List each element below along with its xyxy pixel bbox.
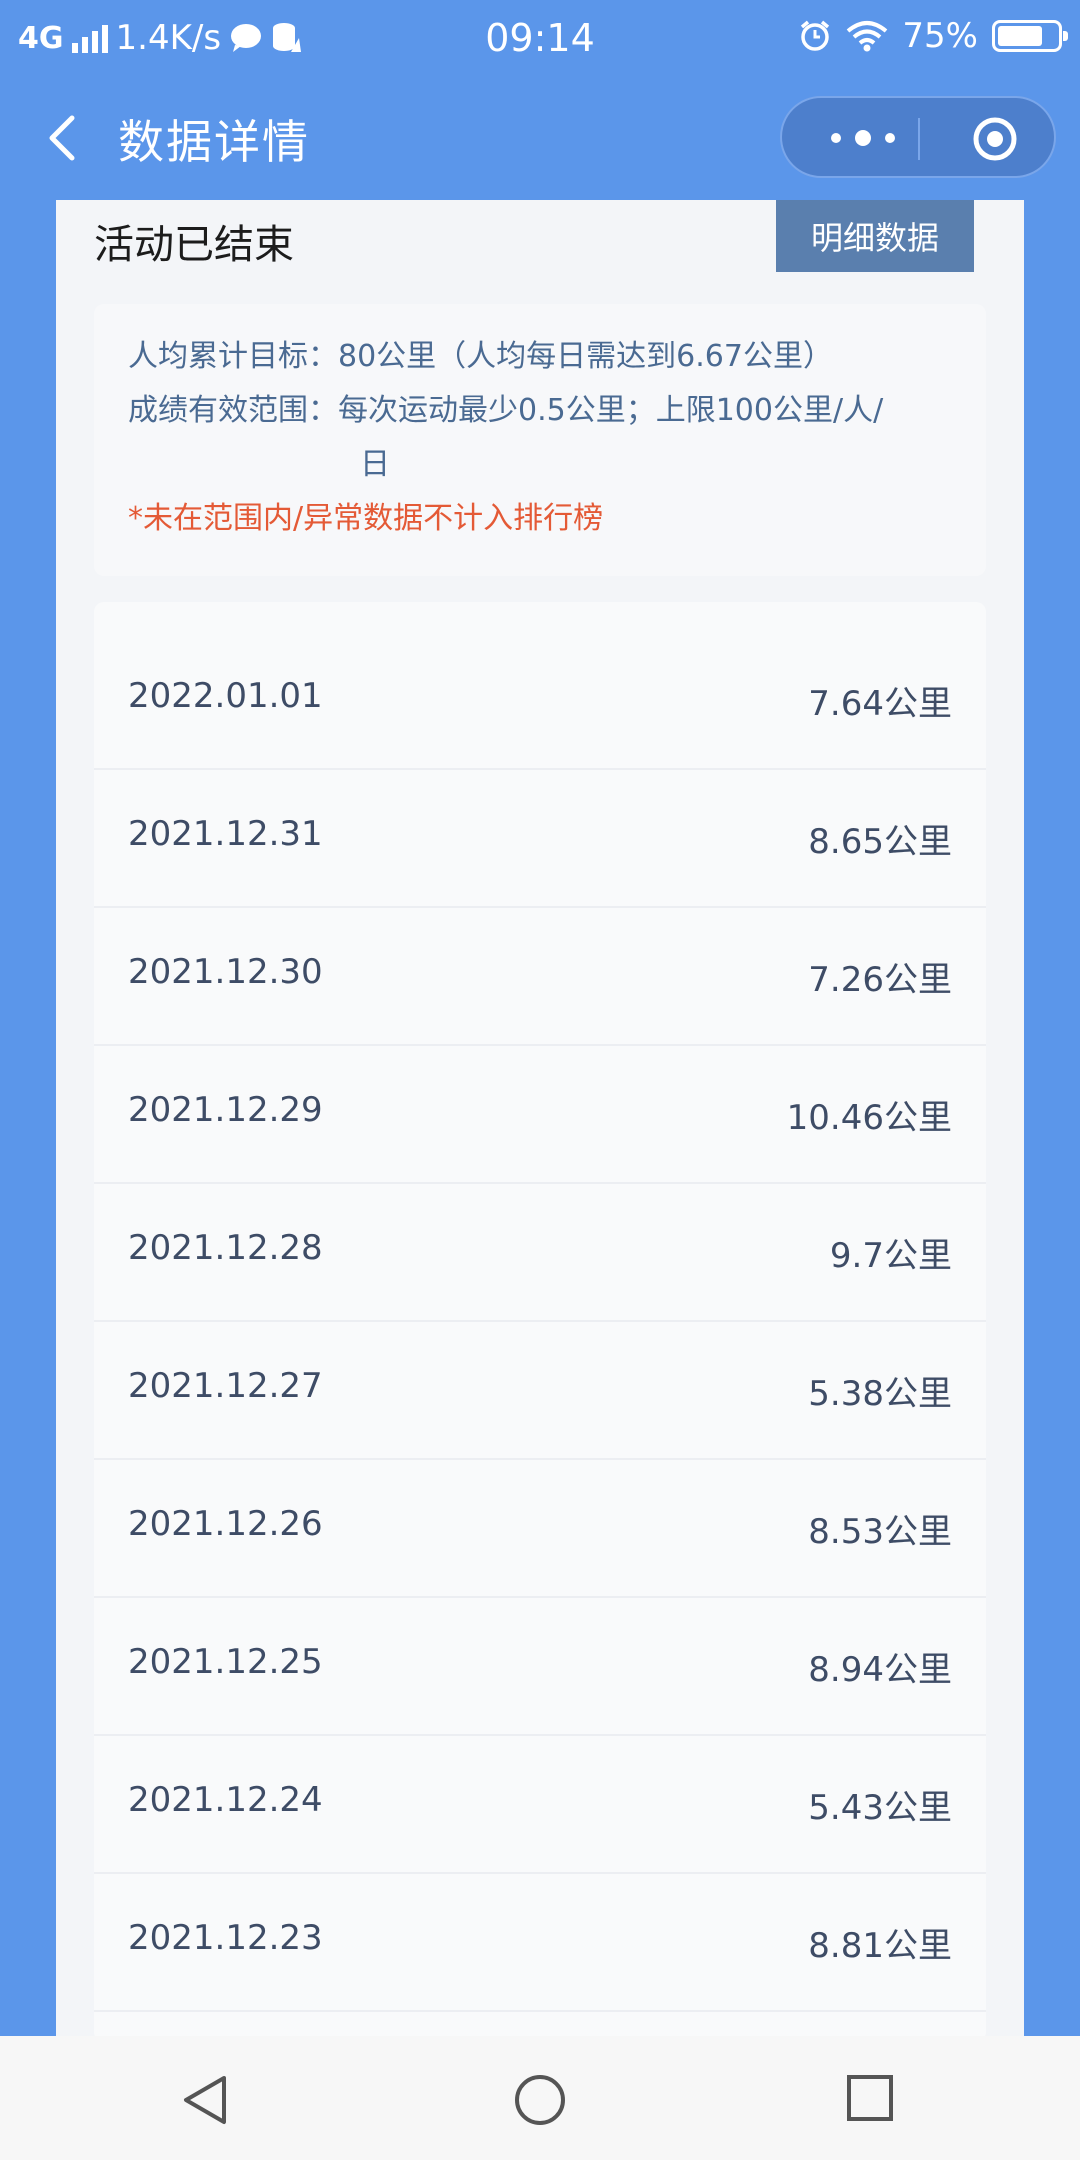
miniprogram-capsule (780, 96, 1056, 178)
back-arrow-icon[interactable] (40, 112, 88, 164)
page-title: 数据详情 (118, 115, 310, 169)
record-distance: 10.46公里 (786, 1098, 952, 1138)
record-distance: 8.94公里 (808, 1650, 952, 1690)
record-date: 2021.12.31 (128, 814, 323, 854)
rules-info-box: 人均累计目标：80公里（人均每日需达到6.67公里） 成绩有效范围：每次运动最少… (94, 304, 986, 576)
more-options-icon[interactable] (818, 120, 908, 156)
records-list: 2022.01.01 7.64公里 2021.12.31 8.65公里 2021… (94, 602, 986, 2036)
battery-percent: 75% (902, 16, 978, 56)
record-date: 2021.12.28 (128, 1228, 323, 1268)
home-circle-icon[interactable] (514, 2074, 566, 2126)
valid-range-text: 成绩有效范围：每次运动最少0.5公里；上限100公里/人/ (128, 393, 884, 428)
back-triangle-icon[interactable] (180, 2074, 230, 2126)
battery-icon (992, 20, 1068, 52)
list-item: 2021.12.30 7.26公里 (94, 908, 986, 1046)
record-date: 2021.12.27 (128, 1366, 323, 1406)
close-miniprogram-icon[interactable] (972, 116, 1018, 162)
data-card: 活动已结束 明细数据 人均累计目标：80公里（人均每日需达到6.67公里） 成绩… (56, 200, 1024, 2036)
system-nav-bar (0, 2036, 1080, 2160)
list-item: 2021.12.29 10.46公里 (94, 1046, 986, 1184)
record-date: 2021.12.25 (128, 1642, 323, 1682)
target-text: 人均累计目标：80公里（人均每日需达到6.67公里） (128, 339, 833, 374)
record-date: 2021.12.30 (128, 952, 323, 992)
alarm-clock-icon (801, 20, 830, 51)
record-date: 2021.12.24 (128, 1780, 323, 1820)
record-date: 2022.01.01 (128, 676, 323, 716)
record-date: 2021.12.23 (128, 1918, 323, 1958)
record-distance: 5.43公里 (808, 1788, 952, 1828)
card-header: 活动已结束 明细数据 (56, 200, 1024, 300)
list-item: 2021.12.23 8.81公里 (94, 1874, 986, 2012)
record-distance: 8.53公里 (808, 1512, 952, 1552)
status-right: 75% (798, 16, 1068, 56)
list-item: 2021.12.27 5.38公里 (94, 1322, 986, 1460)
record-distance: 5.38公里 (808, 1374, 952, 1414)
recents-square-icon[interactable] (846, 2074, 894, 2122)
status-bar: 4G 1.4K/s 09:14 75% (0, 0, 1080, 76)
record-distance: 8.81公里 (808, 1926, 952, 1966)
activity-status: 活动已结束 (94, 222, 294, 268)
warning-note: *未在范围内/异常数据不计入排行榜 (128, 501, 604, 536)
list-item: 2021.12.28 9.7公里 (94, 1184, 986, 1322)
wifi-icon (847, 21, 888, 52)
detail-data-button[interactable]: 明细数据 (776, 200, 974, 272)
nav-bar: 数据详情 (0, 76, 1080, 200)
record-distance: 7.64公里 (808, 684, 952, 724)
list-item: 2022.01.01 7.64公里 (94, 632, 986, 770)
list-item: 2021.12.24 5.43公里 (94, 1736, 986, 1874)
record-date: 2021.12.26 (128, 1504, 323, 1544)
record-date: 2021.12.29 (128, 1090, 323, 1130)
record-distance: 9.7公里 (829, 1236, 952, 1276)
list-item: 2021.12.25 8.94公里 (94, 1598, 986, 1736)
valid-range-text-cont: 日 (360, 447, 390, 482)
capsule-divider (918, 118, 920, 160)
record-distance: 7.26公里 (808, 960, 952, 1000)
list-item: 2021.12.31 8.65公里 (94, 770, 986, 908)
record-distance: 8.65公里 (808, 822, 952, 862)
list-item: 2021.12.26 8.53公里 (94, 1460, 986, 1598)
